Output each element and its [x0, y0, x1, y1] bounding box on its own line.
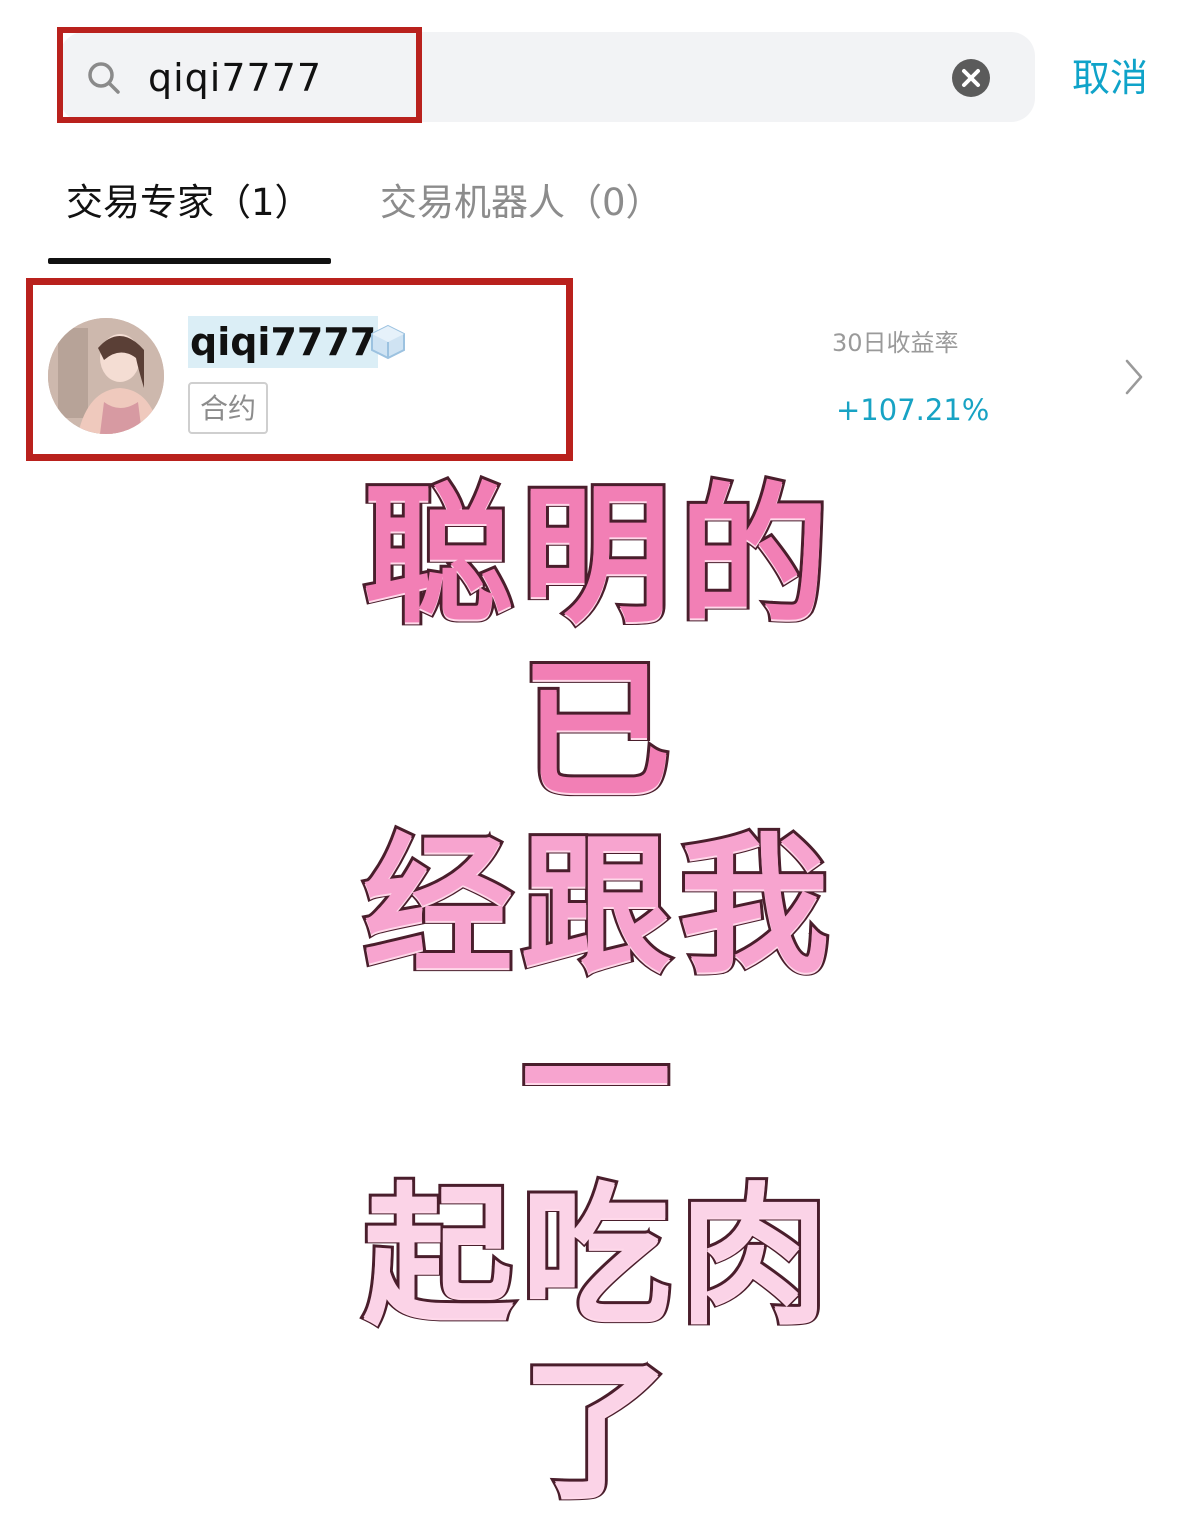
caption-line-3: 起吃肉了 [360, 1167, 837, 1520]
caption-line-2: 经跟我一 [360, 817, 837, 1172]
metric-value: +107.21% [836, 393, 990, 427]
tab-trading-bots[interactable]: 交易机器人（0） [380, 178, 663, 228]
close-icon [962, 69, 980, 87]
search-highlight-box [57, 27, 422, 123]
cancel-button[interactable]: 取消 [1072, 52, 1148, 104]
chevron-right-icon[interactable] [1122, 357, 1146, 397]
clear-search-button[interactable] [952, 59, 990, 97]
metric-label: 30日收益率 [832, 329, 959, 357]
tab-trading-experts[interactable]: 交易专家（1） [66, 178, 312, 228]
overlay-caption: 聪明的已 经跟我一 起吃肉了 [300, 467, 900, 1520]
result-highlight-box [26, 278, 573, 461]
caption-line-1: 聪明的已 [360, 467, 837, 822]
active-tab-indicator [48, 258, 331, 264]
